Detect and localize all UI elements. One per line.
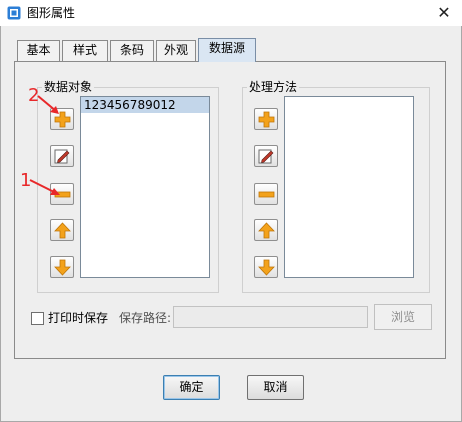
move-down-icon — [54, 259, 71, 276]
move-down-icon — [258, 259, 275, 276]
app-icon — [7, 6, 21, 20]
save-path-field[interactable] — [173, 306, 368, 328]
annotation-arrow-icon — [37, 95, 59, 114]
add-processing-button[interactable] — [254, 108, 278, 130]
browse-button[interactable]: 浏览 — [374, 304, 432, 330]
edit-icon — [54, 149, 70, 164]
annotation-arrow-icon — [29, 179, 60, 195]
save-on-print-label: 打印时保存 — [48, 311, 109, 325]
list-item[interactable]: 123456789012 — [81, 97, 209, 113]
title-bar: 图形属性 ✕ — [0, 0, 462, 26]
cancel-button[interactable]: 取消 — [247, 375, 304, 400]
edit-button[interactable] — [50, 145, 74, 167]
move-up-button[interactable] — [50, 219, 74, 241]
save-path-label: 保存路径: — [119, 311, 172, 325]
data-objects-list[interactable]: 123456789012 — [80, 96, 210, 278]
add-icon — [258, 111, 275, 128]
processing-title: 处理方法 — [247, 80, 300, 94]
move-down-processing-button[interactable] — [254, 256, 278, 278]
tab-data-source[interactable]: 数据源 — [198, 38, 256, 62]
remove-icon — [258, 191, 275, 198]
tab-style[interactable]: 样式 — [62, 40, 108, 61]
remove-processing-button[interactable] — [254, 183, 278, 205]
tab-barcode[interactable]: 条码 — [110, 40, 154, 61]
tab-appearance[interactable]: 外观 — [156, 40, 196, 61]
data-objects-title: 数据对象 — [42, 80, 95, 94]
move-up-icon — [258, 222, 275, 239]
close-icon[interactable]: ✕ — [434, 3, 454, 23]
tab-basic[interactable]: 基本 — [17, 40, 60, 61]
move-up-icon — [54, 222, 71, 239]
move-down-button[interactable] — [50, 256, 74, 278]
edit-icon — [258, 149, 274, 164]
save-on-print-checkbox[interactable] — [31, 312, 44, 325]
processing-list[interactable] — [284, 96, 414, 278]
edit-processing-button[interactable] — [254, 145, 278, 167]
ok-button[interactable]: 确定 — [163, 375, 220, 400]
move-up-processing-button[interactable] — [254, 219, 278, 241]
window-title: 图形属性 — [27, 6, 76, 20]
